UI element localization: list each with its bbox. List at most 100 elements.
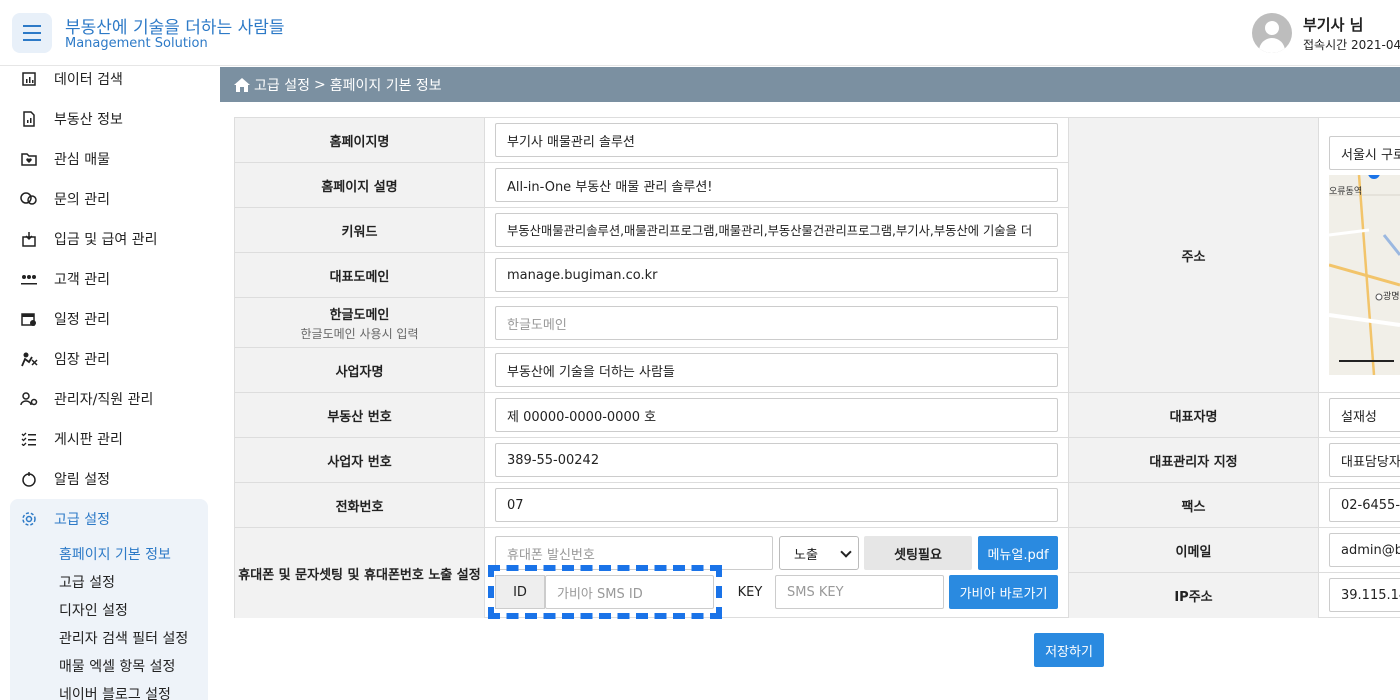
setting-required-button[interactable]: 셋팅필요 bbox=[864, 536, 972, 570]
breadcrumb-level1[interactable]: 고급 설정 bbox=[254, 75, 310, 95]
avatar[interactable] bbox=[1252, 13, 1292, 53]
email-cell: admin@bu bbox=[1319, 528, 1400, 573]
breadcrumb: 고급 설정 > 홈페이지 기본 정보 bbox=[220, 67, 1400, 102]
homepage-desc-input[interactable]: All-in-One 부동산 매물 관리 솔루션! bbox=[495, 168, 1058, 202]
sidebar-item-realty-info[interactable]: 부동산 정보 bbox=[20, 107, 123, 131]
row-homepage-desc: 홈페이지 설명 All-in-One 부동산 매물 관리 솔루션! bbox=[235, 163, 1069, 208]
business-number-input[interactable]: 389-55-00242 bbox=[495, 443, 1058, 477]
homepage-name-input[interactable]: 부기사 매물관리 솔루션 bbox=[495, 123, 1058, 157]
menu-line-icon bbox=[23, 25, 41, 27]
map-label-station: 오류동역 bbox=[1329, 187, 1363, 197]
ip-input[interactable]: 39.115.145 bbox=[1329, 578, 1400, 612]
sidebar: 데이터 검색 부동산 정보 관심 매물 문의 관리 입금 및 급여 관리 고객 … bbox=[0, 67, 218, 700]
sms-key-input[interactable]: SMS KEY bbox=[775, 575, 944, 609]
label-phone: 전화번호 bbox=[235, 483, 485, 527]
homepage-info-form: 홈페이지명 부기사 매물관리 솔루션 홈페이지 설명 All-in-One 부동… bbox=[234, 117, 1400, 618]
sidebar-item-visit[interactable]: 임장 관리 bbox=[20, 347, 110, 371]
sidebar-item-label: 부동산 정보 bbox=[54, 112, 123, 128]
label-ip: IP주소 bbox=[1069, 573, 1319, 618]
value-cell: 부동산매물관리솔루션,매물관리프로그램,매물관리,부동산물건관리프로그램,부기사… bbox=[485, 208, 1069, 252]
sub-item-search-filter[interactable]: 관리자 검색 필터 설정 bbox=[59, 628, 188, 648]
breadcrumb-level2: 홈페이지 기본 정보 bbox=[329, 77, 442, 94]
sidebar-item-interest[interactable]: 관심 매물 bbox=[20, 147, 110, 171]
home-icon[interactable] bbox=[234, 77, 250, 92]
ceo-cell: 설재성 bbox=[1319, 393, 1400, 438]
phone-input[interactable]: 07 bbox=[495, 488, 1058, 522]
business-name-input[interactable]: 부동산에 기술을 더하는 사람들 bbox=[495, 353, 1058, 387]
board-icon bbox=[20, 430, 38, 448]
row-korean-domain: 한글도메인 한글도메인 사용시 입력 한글도메인 bbox=[235, 298, 1069, 348]
sub-item-advanced[interactable]: 고급 설정 bbox=[59, 572, 115, 592]
ip-cell: 39.115.145 bbox=[1319, 573, 1400, 618]
app-header: 부동산에 기술을 더하는 사람들 Management Solution 부기사… bbox=[0, 0, 1400, 66]
hamburger-menu-button[interactable] bbox=[12, 13, 52, 53]
sidebar-item-label: 게시판 관리 bbox=[54, 432, 123, 448]
sidebar-item-schedule[interactable]: 일정 관리 bbox=[20, 307, 110, 331]
menu-line-icon bbox=[23, 39, 41, 41]
row-domain: 대표도메인 manage.bugiman.co.kr bbox=[235, 253, 1069, 298]
chat-icon bbox=[20, 190, 38, 208]
korean-domain-hint: 한글도메인 사용시 입력 bbox=[300, 326, 419, 341]
label-email: 이메일 bbox=[1069, 528, 1319, 573]
address-map[interactable]: 오류동역 광명 bbox=[1329, 175, 1400, 375]
value-cell: 389-55-00242 bbox=[485, 438, 1069, 482]
korean-domain-input[interactable]: 한글도메인 bbox=[495, 306, 1058, 340]
heart-folder-icon bbox=[20, 150, 38, 168]
sidebar-item-label: 문의 관리 bbox=[54, 192, 110, 208]
fax-input[interactable]: 02-6455-80 bbox=[1329, 488, 1400, 522]
key-label: KEY bbox=[737, 584, 763, 600]
keywords-input[interactable]: 부동산매물관리솔루션,매물관리프로그램,매물관리,부동산물건관리프로그램,부기사… bbox=[495, 213, 1058, 247]
sidebar-item-label: 고급 설정 bbox=[54, 512, 110, 528]
sidebar-item-deposit[interactable]: 입금 및 급여 관리 bbox=[20, 227, 158, 251]
label-ceo: 대표자명 bbox=[1069, 393, 1319, 438]
sidebar-item-board[interactable]: 게시판 관리 bbox=[20, 427, 123, 451]
sidebar-item-data-search[interactable]: 데이터 검색 bbox=[20, 67, 123, 91]
exposure-select[interactable]: 노출 bbox=[779, 536, 859, 570]
domain-input[interactable]: manage.bugiman.co.kr bbox=[495, 258, 1058, 292]
sidebar-item-alarm[interactable]: 알림 설정 bbox=[20, 467, 110, 491]
sidebar-item-staff[interactable]: 관리자/직원 관리 bbox=[20, 387, 153, 411]
calendar-icon bbox=[20, 310, 38, 328]
alarm-icon bbox=[20, 470, 38, 488]
chart-icon bbox=[20, 70, 38, 88]
label-homepage-desc: 홈페이지 설명 bbox=[235, 163, 485, 207]
staff-icon bbox=[20, 390, 38, 408]
manual-pdf-button[interactable]: 메뉴얼.pdf bbox=[978, 536, 1058, 570]
label-sms-settings: 휴대폰 및 문자셋팅 및 휴대폰번호 노출 설정 bbox=[235, 528, 485, 618]
value-cell: 07 bbox=[485, 483, 1069, 527]
realty-number-input[interactable]: 제 00000-0000-0000 호 bbox=[495, 398, 1058, 432]
sidebar-item-customers[interactable]: 고객 관리 bbox=[20, 267, 110, 291]
sidebar-item-advanced-settings[interactable]: 고급 설정 bbox=[20, 507, 110, 531]
sidebar-item-label: 고객 관리 bbox=[54, 272, 110, 288]
save-button[interactable]: 저장하기 bbox=[1034, 633, 1104, 667]
value-cell: All-in-One 부동산 매물 관리 솔루션! bbox=[485, 163, 1069, 207]
row-realty-number: 부동산 번호 제 00000-0000-0000 호 bbox=[235, 393, 1069, 438]
label-business-name: 사업자명 bbox=[235, 348, 485, 392]
row-business-number: 사업자 번호 389-55-00242 bbox=[235, 438, 1069, 483]
ceo-input[interactable]: 설재성 bbox=[1329, 398, 1400, 432]
sub-item-excel-fields[interactable]: 매물 엑셀 항목 설정 bbox=[59, 656, 175, 676]
user-name: 부기사 님 bbox=[1303, 16, 1364, 34]
brand-subtitle: Management Solution bbox=[65, 36, 208, 51]
sidebar-item-label: 관심 매물 bbox=[54, 152, 110, 168]
brand-title[interactable]: 부동산에 기술을 더하는 사람들 bbox=[65, 13, 285, 38]
manager-cell: 대표담당자 bbox=[1319, 438, 1400, 483]
sub-item-design[interactable]: 디자인 설정 bbox=[59, 600, 128, 620]
email-input[interactable]: admin@bu bbox=[1329, 533, 1400, 567]
label-address: 주소 bbox=[1069, 118, 1319, 393]
fax-cell: 02-6455-80 bbox=[1319, 483, 1400, 528]
deposit-icon bbox=[20, 230, 38, 248]
value-cell: 부동산에 기술을 더하는 사람들 bbox=[485, 348, 1069, 392]
row-phone: 전화번호 07 bbox=[235, 483, 1069, 528]
label-korean-domain: 한글도메인 한글도메인 사용시 입력 bbox=[235, 298, 485, 347]
label-realty-number: 부동산 번호 bbox=[235, 393, 485, 437]
gabia-link-button[interactable]: 가비아 바로가기 bbox=[949, 575, 1058, 609]
manager-select[interactable]: 대표담당자 bbox=[1329, 443, 1400, 477]
sub-item-naver-blog[interactable]: 네이버 블로그 설정 bbox=[59, 684, 171, 700]
sidebar-item-inquiry[interactable]: 문의 관리 bbox=[20, 187, 110, 211]
customers-icon bbox=[20, 270, 38, 288]
address-input[interactable]: 서울시 구로 bbox=[1329, 136, 1400, 170]
sub-item-homepage-info[interactable]: 홈페이지 기본 정보 bbox=[59, 544, 171, 564]
row-keywords: 키워드 부동산매물관리솔루션,매물관리프로그램,매물관리,부동산물건관리프로그램… bbox=[235, 208, 1069, 253]
chevron-down-icon bbox=[840, 546, 852, 558]
